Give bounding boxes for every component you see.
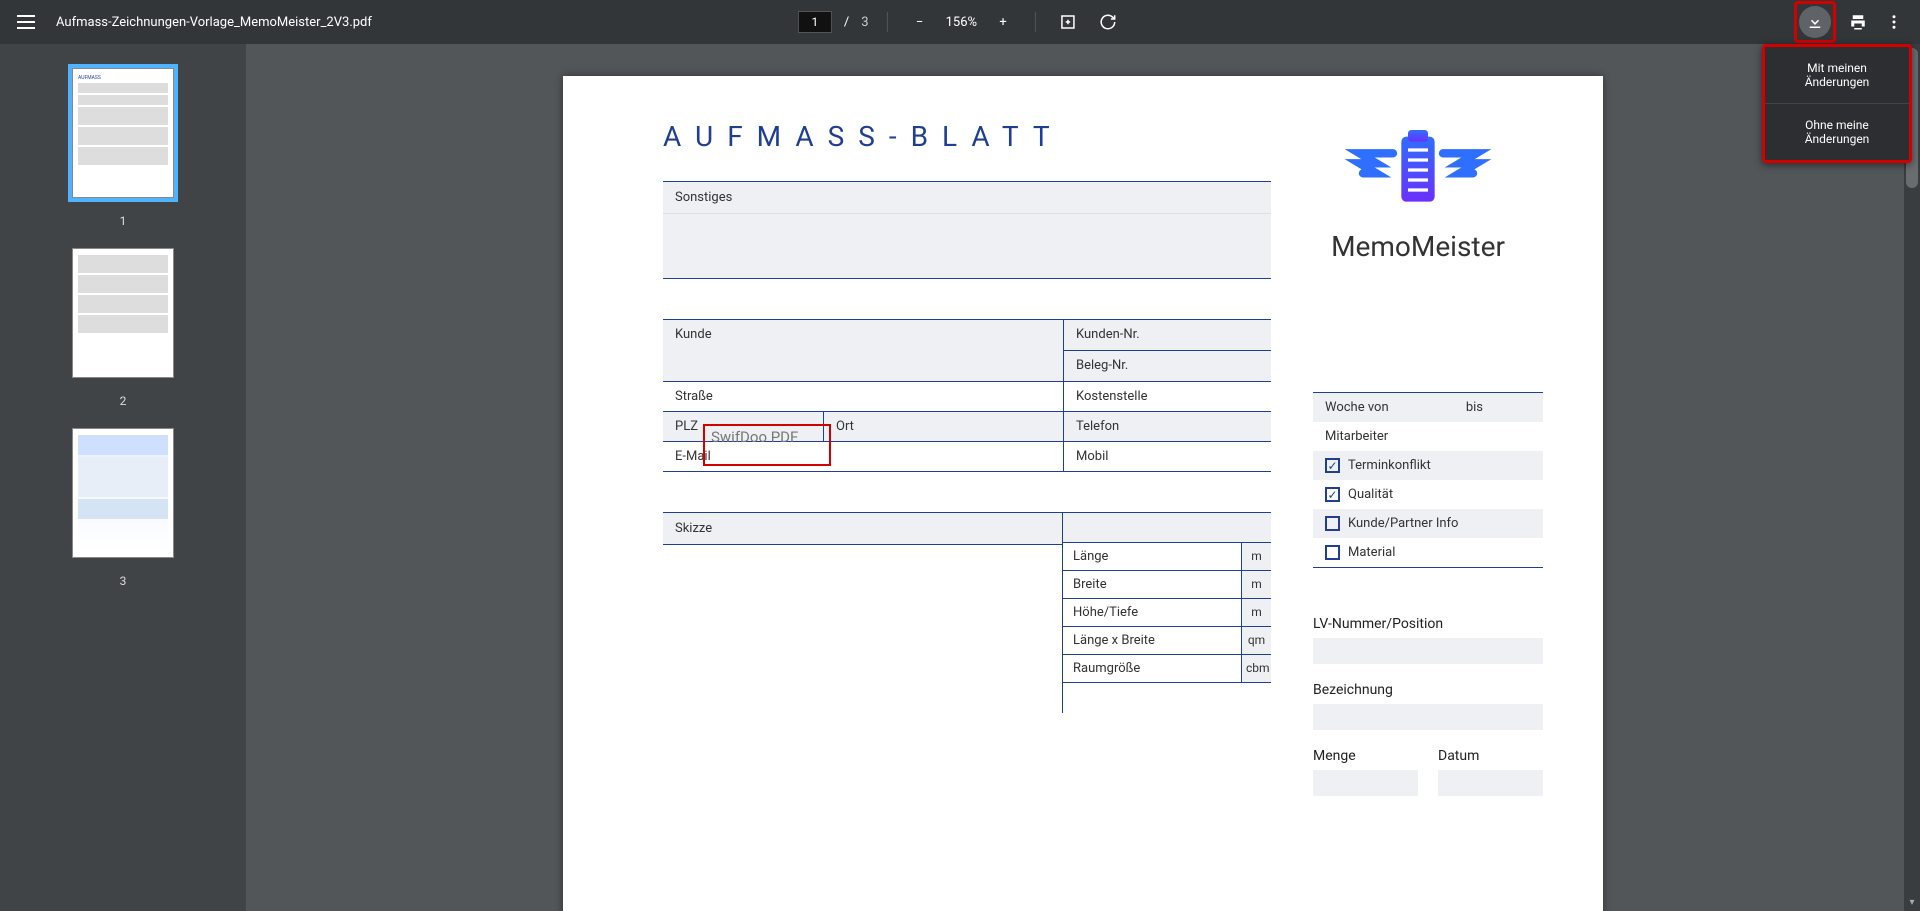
skizze-label: Skizze <box>663 513 1062 545</box>
qualitaet-checkbox[interactable] <box>1325 487 1340 502</box>
download-with-changes[interactable]: Mit meinen Änderungen <box>1765 47 1909 103</box>
kostenstelle-label: Kostenstelle <box>1064 382 1271 411</box>
annotation-text: SwifDoo PDF <box>711 428 798 446</box>
page-separator: / <box>844 15 849 30</box>
download-button-highlight <box>1794 1 1836 43</box>
datum-field[interactable] <box>1438 770 1543 796</box>
woche-von-label: Woche von <box>1325 400 1389 415</box>
thumbnail-page-2[interactable] <box>72 248 174 378</box>
logo-area: MemoMeister <box>1293 120 1543 263</box>
breite-unit: m <box>1241 571 1271 598</box>
thumbnail-panel: AUFMASS 1 2 3 <box>0 44 246 911</box>
pdf-page: AUFMASS-BLATT Sonstiges <box>563 76 1603 911</box>
lv-box: LV-Nummer/Position Bezeichnung Menge Dat… <box>1313 616 1543 814</box>
lxb-label: Länge x Breite <box>1063 627 1241 654</box>
vertical-scrollbar[interactable]: ▾ <box>1904 44 1920 911</box>
print-button[interactable] <box>1844 8 1872 36</box>
terminkonflikt-label: Terminkonflikt <box>1348 458 1431 473</box>
raum-label: Raumgröße <box>1063 655 1241 682</box>
pdf-viewer-toolbar: Aufmass-Zeichnungen-Vorlage_MemoMeister_… <box>0 0 1920 44</box>
menu-icon[interactable] <box>12 8 40 36</box>
telefon-label: Telefon <box>1064 412 1271 441</box>
laenge-unit: m <box>1241 543 1271 570</box>
logo-text: MemoMeister <box>1293 230 1543 263</box>
sonstiges-field[interactable] <box>663 213 1271 279</box>
strasse-field[interactable] <box>773 382 1063 411</box>
menge-field[interactable] <box>1313 770 1418 796</box>
bezeichnung-label: Bezeichnung <box>1313 682 1543 698</box>
lvnum-label: LV-Nummer/Position <box>1313 616 1543 632</box>
qualitaet-label: Qualität <box>1348 487 1393 502</box>
download-dropdown: Mit meinen Änderungen Ohne meine Änderun… <box>1762 44 1912 163</box>
lxb-unit: qm <box>1241 627 1271 654</box>
bis-label: bis <box>1466 400 1483 415</box>
zoom-in-button[interactable]: + <box>989 8 1017 36</box>
thumbnail-page-3[interactable] <box>72 428 174 558</box>
mitarbeiter-label: Mitarbeiter <box>1325 429 1388 444</box>
document-title: Aufmass-Zeichnungen-Vorlage_MemoMeister_… <box>56 15 372 30</box>
rotate-button[interactable] <box>1094 8 1122 36</box>
scroll-down-arrow[interactable]: ▾ <box>1906 897 1918 909</box>
ort-field[interactable] <box>883 412 1063 441</box>
thumb-number-1: 1 <box>120 214 127 228</box>
menge-label: Menge <box>1313 748 1418 764</box>
lvnum-field[interactable] <box>1313 638 1543 664</box>
kundepartner-checkbox[interactable] <box>1325 516 1340 531</box>
raum-unit: cbm <box>1241 655 1271 682</box>
strasse-label: Straße <box>663 382 773 411</box>
kundepartner-label: Kunde/Partner Info <box>1348 516 1458 531</box>
mobil-label: Mobil <box>1064 442 1271 471</box>
material-checkbox[interactable] <box>1325 545 1340 560</box>
hoehe-label: Höhe/Tiefe <box>1063 599 1241 626</box>
thumbnail-page-1[interactable]: AUFMASS <box>72 68 174 198</box>
bezeichnung-field[interactable] <box>1313 704 1543 730</box>
terminkonflikt-checkbox[interactable] <box>1325 458 1340 473</box>
skizze-field[interactable] <box>663 545 1062 713</box>
breite-label: Breite <box>1063 571 1241 598</box>
thumb-number-3: 3 <box>120 574 127 588</box>
material-label: Material <box>1348 545 1395 560</box>
datum-label: Datum <box>1438 748 1543 764</box>
belegnr-label: Beleg-Nr. <box>1064 351 1271 381</box>
memomeister-logo-icon <box>1333 120 1503 220</box>
pdf-viewer[interactable]: AUFMASS-BLATT Sonstiges <box>246 44 1920 911</box>
page-total: 3 <box>861 15 868 30</box>
info-box: Woche von bis Mitarbeiter Terminkonflikt… <box>1313 392 1543 568</box>
download-without-changes[interactable]: Ohne meine Änderungen <box>1765 103 1909 160</box>
sonstiges-label: Sonstiges <box>663 182 1271 213</box>
thumb-number-2: 2 <box>120 394 127 408</box>
fit-page-button[interactable] <box>1054 8 1082 36</box>
download-button[interactable] <box>1799 6 1831 38</box>
hoehe-unit: m <box>1241 599 1271 626</box>
ort-label: Ort <box>823 412 883 441</box>
kundennr-label: Kunden-Nr. <box>1064 320 1271 350</box>
kunde-label: Kunde <box>663 320 773 381</box>
more-options-button[interactable] <box>1880 8 1908 36</box>
zoom-out-button[interactable]: − <box>906 8 934 36</box>
kunde-field[interactable] <box>773 320 1063 381</box>
zoom-level: 156% <box>946 15 977 30</box>
page-number-input[interactable]: 1 <box>798 11 832 33</box>
laenge-label: Länge <box>1063 543 1241 570</box>
